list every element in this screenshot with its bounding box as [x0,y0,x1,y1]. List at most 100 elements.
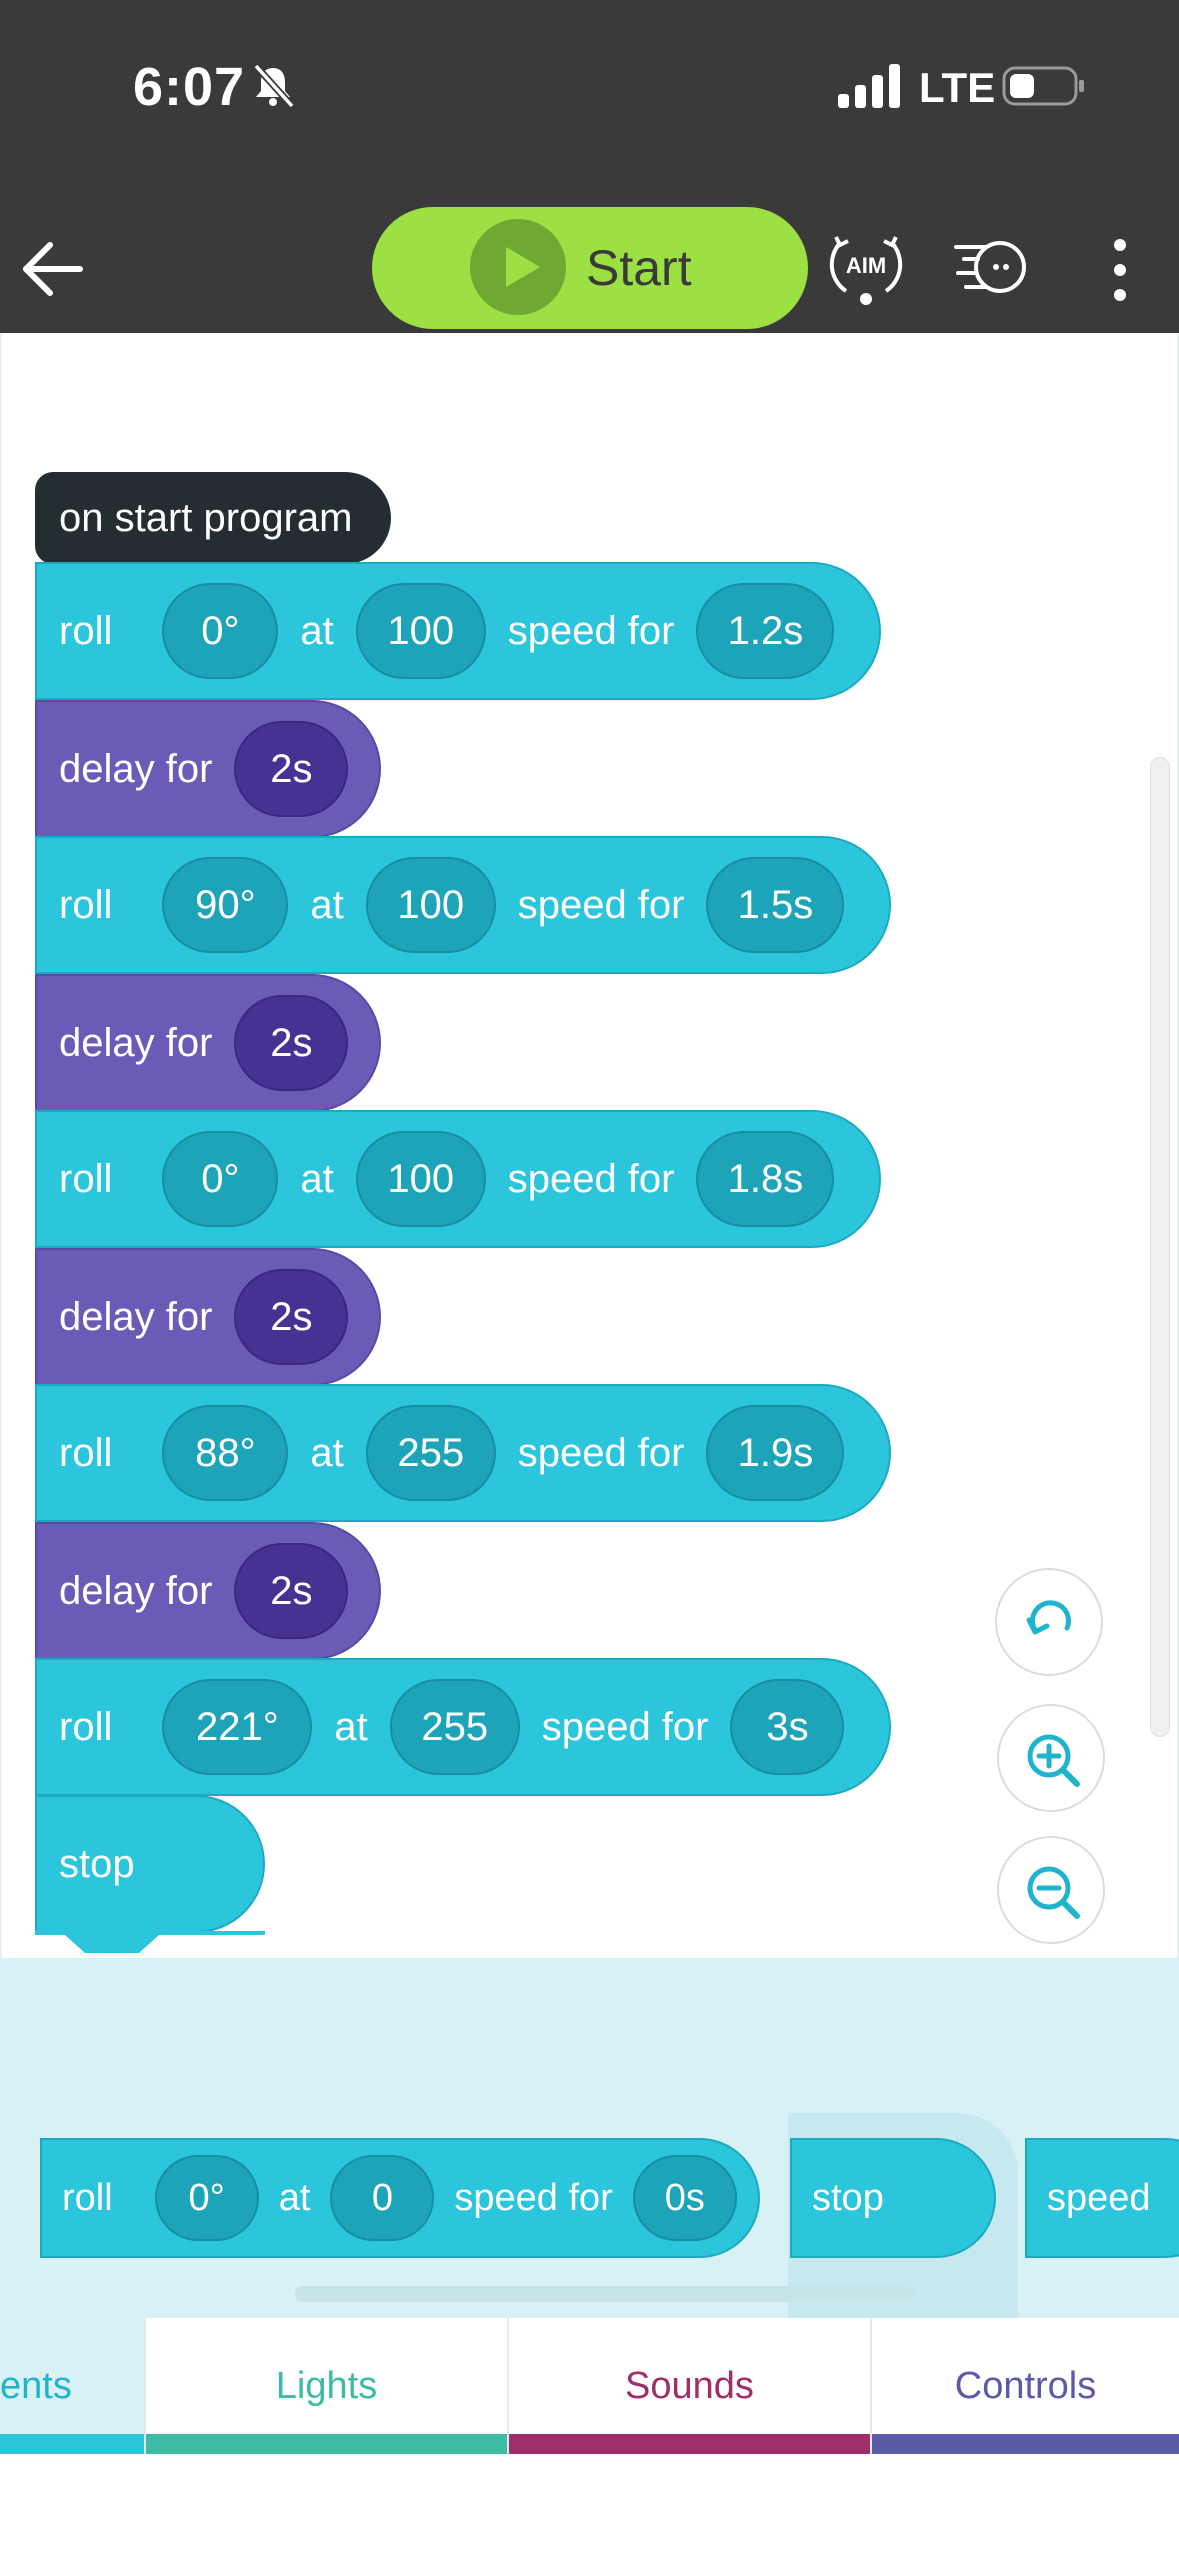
palette-speed-block[interactable]: speed [1025,2138,1179,2258]
palette-roll-label: roll [62,2176,113,2219]
category-tabs: ents Lights Sounds Controls [0,2318,1179,2454]
play-icon [470,219,566,315]
bottom-safe-area [0,2454,1179,2556]
duration-input[interactable]: 3s [730,1679,845,1775]
heading-input[interactable]: 0° [162,583,279,679]
roll-block[interactable]: roll 90° at 100 speed for 1.5s [35,836,891,974]
palette-heading-input[interactable]: 0° [154,2155,259,2241]
delay-input[interactable]: 2s [234,1269,349,1365]
undo-button[interactable] [995,1568,1103,1676]
delay-label: delay for [59,746,213,791]
speed-input[interactable]: 255 [365,1405,496,1501]
signal-icon [838,64,900,108]
app-toolbar: Start AIM [0,205,1179,333]
speed-input[interactable]: 255 [389,1679,520,1775]
status-bar: 6:07 LTE [0,0,1179,205]
roll-block[interactable]: roll 88° at 255 speed for 1.9s [35,1384,891,1522]
battery-icon [1002,66,1084,106]
speed-input[interactable]: 100 [365,857,496,953]
zoom-in-icon [1027,1734,1080,1787]
speed-for-label: speed for [541,1704,709,1749]
back-arrow-icon[interactable] [18,233,90,305]
duration-input[interactable]: 1.2s [696,583,835,679]
heading-input[interactable]: 0° [162,1131,279,1227]
tab-sounds-indicator [509,2434,870,2454]
aim-label: AIM [846,253,886,278]
tab-controls-indicator [872,2434,1179,2454]
delay-label: delay for [59,1568,213,1613]
roll-block[interactable]: roll 0° at 100 speed for 1.8s [35,1110,881,1248]
delay-block[interactable]: delay for 2s [35,1522,381,1660]
heading-input[interactable]: 221° [162,1679,313,1775]
network-type: LTE [919,64,996,111]
roll-block[interactable]: roll 0° at 100 speed for 1.2s [35,562,881,700]
palette-stop-block[interactable]: stop [790,2138,996,2258]
roll-block[interactable]: roll 221° at 255 speed for 3s [35,1658,891,1796]
tab-lights-label: Lights [275,2364,378,2407]
drive-icon[interactable] [952,229,1028,305]
stop-block[interactable]: stop [35,1795,265,1933]
tab-controls[interactable]: Controls [872,2318,1179,2454]
zoom-out-icon [1027,1866,1080,1919]
palette-at-label: at [278,2176,311,2219]
delay-label: delay for [59,1020,213,1065]
at-label: at [310,882,344,927]
on-start-label: on start program [59,495,353,540]
delay-input[interactable]: 2s [234,995,349,1091]
tab-movements-label: ents [0,2364,72,2407]
duration-input[interactable]: 1.9s [706,1405,845,1501]
tab-sounds-label: Sounds [625,2364,754,2407]
tab-lights-indicator [146,2434,507,2454]
on-start-block[interactable]: on start program [35,472,391,564]
stop-block-tab [35,1931,265,1953]
tab-movements-indicator [0,2434,144,2454]
delay-block[interactable]: delay for 2s [35,974,381,1112]
speed-for-label: speed for [507,608,675,653]
delay-block[interactable]: delay for 2s [35,700,381,838]
at-label: at [300,608,334,653]
mute-bell-icon [253,63,295,108]
delay-label: delay for [59,1294,213,1339]
at-label: at [300,1156,334,1201]
duration-input[interactable]: 1.8s [696,1131,835,1227]
delay-block[interactable]: delay for 2s [35,1248,381,1386]
roll-label: roll [59,882,113,927]
palette-speed-for-label: speed for [454,2176,613,2219]
at-label: at [334,1704,368,1749]
roll-label: roll [59,608,113,653]
palette-speed-input[interactable]: 0 [330,2155,435,2241]
heading-input[interactable]: 90° [162,857,289,953]
heading-input[interactable]: 88° [162,1405,289,1501]
speed-for-label: speed for [517,882,685,927]
status-time: 6:07 [133,57,246,117]
tab-controls-label: Controls [954,2364,1097,2407]
undo-icon [1026,1600,1071,1635]
palette-speed-label: speed [1047,2176,1151,2219]
at-label: at [310,1430,344,1475]
speed-input[interactable]: 100 [355,583,486,679]
speed-input[interactable]: 100 [355,1131,486,1227]
aim-icon[interactable]: AIM [826,223,906,309]
roll-label: roll [59,1430,113,1475]
duration-input[interactable]: 1.5s [706,857,845,953]
palette-roll-block[interactable]: roll 0° at 0 speed for 0s [40,2138,760,2258]
tab-movements[interactable]: ents [0,2318,146,2454]
roll-label: roll [59,1704,113,1749]
start-button[interactable]: Start [372,207,808,329]
tab-lights[interactable]: Lights [146,2318,509,2454]
speed-for-label: speed for [517,1430,685,1475]
delay-input[interactable]: 2s [234,1543,349,1639]
speed-for-label: speed for [507,1156,675,1201]
zoom-out-button[interactable] [997,1836,1105,1944]
stop-label: stop [59,1841,135,1886]
block-palette[interactable]: roll 0° at 0 speed for 0s stop speed [0,1958,1179,2318]
palette-duration-input[interactable]: 0s [632,2155,737,2241]
start-label: Start [586,240,692,296]
roll-label: roll [59,1156,113,1201]
delay-input[interactable]: 2s [234,721,349,817]
vertical-scrollbar[interactable] [1150,757,1170,1737]
more-icon[interactable] [1100,237,1140,303]
palette-scrollbar[interactable] [295,2286,915,2302]
zoom-in-button[interactable] [997,1704,1105,1812]
tab-sounds[interactable]: Sounds [509,2318,872,2454]
